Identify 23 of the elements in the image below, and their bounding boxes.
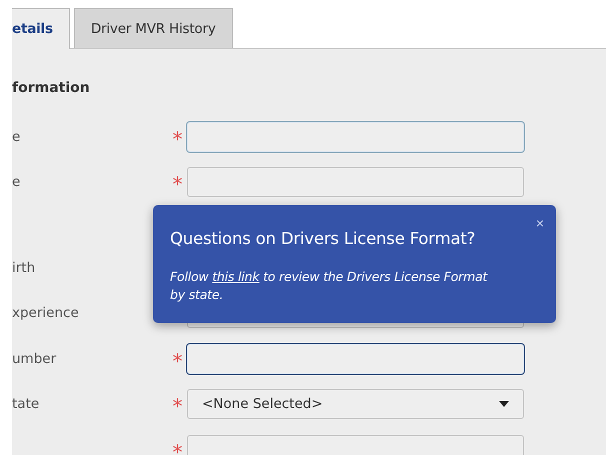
- field-label: irth: [12, 260, 36, 276]
- popover-text: Follow this link to review the Drivers License Format by state.: [170, 268, 489, 304]
- required-mark: *: [172, 126, 184, 149]
- caret-icon: [499, 401, 509, 408]
- field-label: e: [12, 174, 22, 190]
- text-field[interactable]: [187, 167, 524, 198]
- field-label: tate: [12, 396, 40, 412]
- required-mark: *: [172, 171, 184, 194]
- required-mark: *: [172, 348, 184, 371]
- field-label: xperience: [12, 305, 80, 322]
- tab[interactable]: etails: [12, 8, 70, 49]
- field-label: e: [12, 128, 22, 145]
- tab[interactable]: Driver MVR History: [74, 8, 233, 48]
- dropdown[interactable]: <None Selected>: [187, 389, 524, 420]
- section-title: formation: [12, 79, 91, 96]
- field-label: umber: [12, 350, 58, 367]
- required-mark: *: [172, 393, 184, 416]
- link[interactable]: this link: [212, 269, 260, 284]
- required-mark: *: [172, 438, 184, 455]
- close-button[interactable]: ×: [536, 215, 544, 231]
- popover-title: Questions on Drivers License Format?: [170, 229, 476, 248]
- text-field[interactable]: [187, 344, 524, 374]
- text-field[interactable]: [187, 122, 524, 152]
